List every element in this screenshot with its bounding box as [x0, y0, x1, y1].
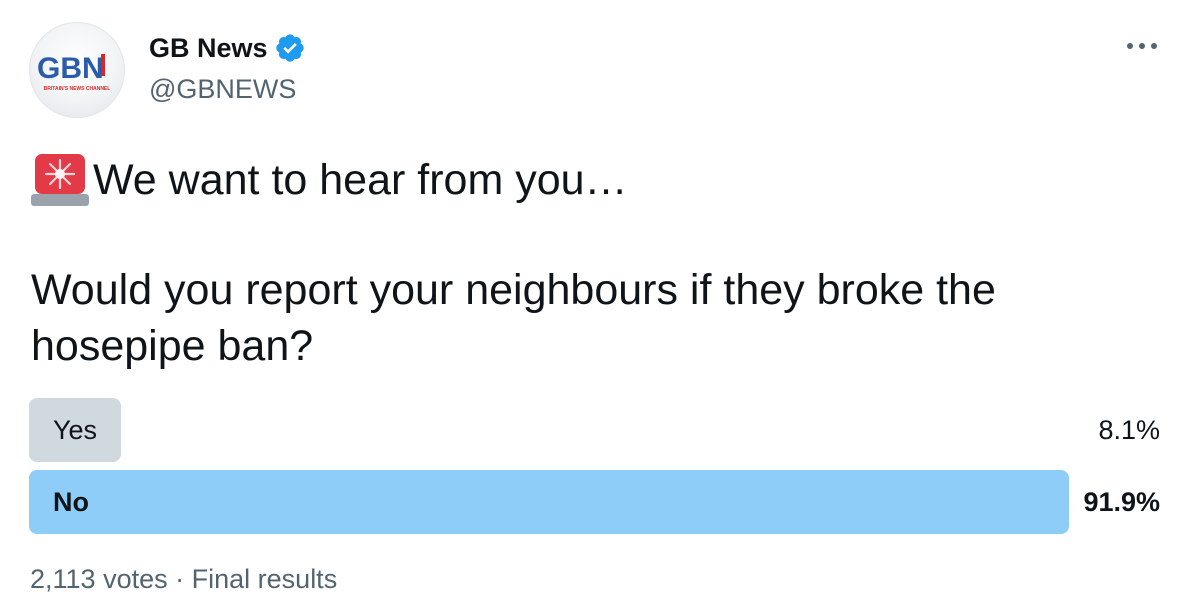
poll-footer: 2,113 votes · Final results	[30, 560, 337, 598]
poll-vote-count: 2,113 votes	[30, 564, 168, 594]
author-display-name[interactable]: GB News	[149, 31, 268, 65]
poll-option-label: No	[53, 487, 89, 517]
tweet-card: GBN BRITAIN'S NEWS CHANNEL GB News @GBNE…	[0, 0, 1194, 616]
avatar-tagline: BRITAIN'S NEWS CHANNEL	[44, 86, 111, 92]
author-name-row[interactable]: GB News	[149, 31, 306, 65]
poll-option-percent: 8.1%	[1098, 415, 1160, 445]
poll-option-no: No	[29, 470, 1069, 534]
avatar[interactable]: GBN BRITAIN'S NEWS CHANNEL	[29, 22, 125, 118]
tweet-intro-text: We want to hear from you…	[93, 156, 628, 204]
gb-news-logo-icon: GBN BRITAIN'S NEWS CHANNEL	[37, 52, 111, 92]
avatar-logo-text: GBN	[37, 52, 104, 85]
verified-badge-icon	[275, 34, 304, 62]
avatar-logo-stripe	[101, 54, 105, 76]
siren-icon	[31, 154, 89, 206]
poll-option-yes: Yes	[29, 398, 121, 462]
poll-option-label: Yes	[53, 415, 98, 445]
poll-footer-separator: ·	[175, 564, 185, 594]
tweet-question: Would you report your neighbours if they…	[31, 266, 996, 370]
poll-status: Final results	[191, 564, 338, 594]
more-options-icon[interactable]	[1124, 34, 1160, 58]
author-handle[interactable]: @GBNEWS	[149, 72, 296, 106]
tweet-line1: We want to hear from you…	[31, 150, 628, 210]
poll-option-percent: 91.9%	[1083, 487, 1160, 517]
